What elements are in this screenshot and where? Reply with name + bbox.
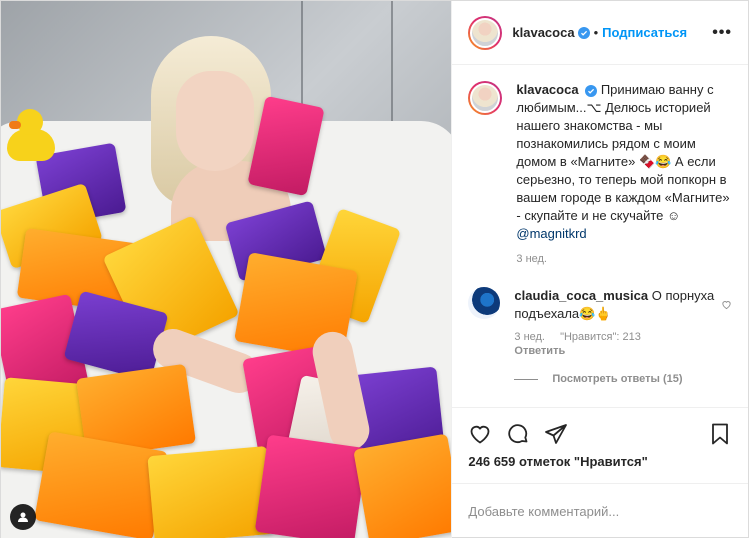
post-header: klavacoca • Подписаться ••• — [452, 1, 748, 65]
bookmark-icon[interactable] — [708, 422, 732, 446]
follow-button[interactable]: Подписаться — [602, 25, 687, 40]
reply-button[interactable]: Ответить — [514, 345, 721, 357]
author-avatar[interactable] — [468, 15, 503, 50]
woman-face — [176, 71, 254, 171]
verified-icon — [585, 85, 598, 97]
like-icon[interactable] — [468, 422, 492, 446]
separator-dot: • — [593, 25, 599, 40]
post-side-panel: klavacoca • Подписаться ••• klavacoca Пр… — [451, 1, 748, 538]
author-username[interactable]: klavacoca — [512, 25, 574, 40]
add-comment-bar — [452, 483, 748, 538]
share-icon[interactable] — [544, 422, 568, 446]
caption-text: Принимаю ванну с любимым...⌥ Делюсь исто… — [516, 82, 730, 223]
rubber-duck — [7, 109, 55, 161]
more-options-icon[interactable]: ••• — [712, 24, 732, 42]
view-replies-label: Посмотреть ответы (15) — [552, 373, 683, 385]
tagged-users-icon[interactable] — [10, 504, 36, 530]
author-avatar[interactable] — [468, 81, 503, 115]
comment-likes[interactable]: "Нравится": 213 — [560, 331, 641, 343]
likes-count[interactable]: 246 659 отметок "Нравится" — [468, 454, 732, 469]
comment-item: claudia_coca_musica О порнуха подъехала😂… — [468, 287, 732, 357]
verified-icon — [577, 26, 590, 39]
comment-meta: 3 нед. "Нравится": 213 — [514, 331, 721, 343]
commenter-username[interactable]: claudia_coca_musica — [514, 288, 648, 303]
popcorn-bag — [254, 434, 368, 538]
commenter-avatar[interactable] — [468, 287, 501, 319]
comment-time[interactable]: 3 нед. — [514, 331, 545, 343]
view-replies-button[interactable]: Посмотреть ответы (15) — [514, 373, 732, 385]
replies-line — [514, 378, 539, 380]
instagram-post: klavacoca • Подписаться ••• klavacoca Пр… — [0, 0, 749, 538]
post-photo[interactable] — [1, 1, 452, 538]
post-actions: 246 659 отметок "Нравится" — [452, 407, 748, 469]
caption-time: 3 нед. — [516, 253, 732, 265]
comment-icon[interactable] — [506, 422, 530, 446]
comments-list[interactable]: klavacoca Принимаю ванну с любимым...⌥ Д… — [452, 65, 748, 407]
add-comment-input[interactable] — [468, 504, 732, 519]
caption-username[interactable]: klavacoca — [516, 82, 578, 97]
comment-like-icon[interactable] — [721, 287, 732, 357]
popcorn-bag — [353, 433, 452, 538]
caption-time-text[interactable]: 3 нед. — [516, 253, 547, 265]
caption: klavacoca Принимаю ванну с любимым...⌥ Д… — [468, 81, 732, 265]
mention-link[interactable]: @magnitkrd — [516, 226, 586, 241]
